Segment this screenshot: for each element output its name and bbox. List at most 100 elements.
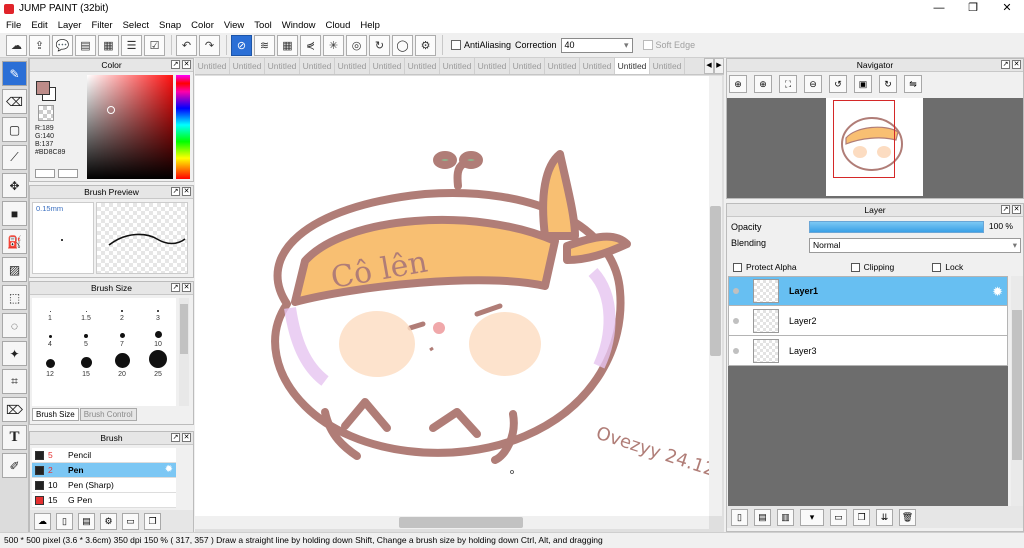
document-tab[interactable]: Untitled — [370, 58, 405, 74]
brush-size-cell[interactable]: 20 — [104, 350, 140, 380]
brush-size-cell[interactable]: 12 — [32, 350, 68, 380]
eraser-tool-icon[interactable]: ⌫ — [2, 89, 27, 114]
snap-perspective-icon[interactable]: ⋞ — [300, 34, 321, 56]
hue-slider[interactable] — [176, 75, 190, 179]
text-tool-icon[interactable]: T — [2, 425, 27, 450]
brush-item-pencil[interactable]: 5 Pencil — [32, 448, 176, 463]
list-icon[interactable]: ☰ — [121, 34, 142, 56]
flip-icon[interactable]: ⇋ — [904, 75, 922, 93]
snap-circle-icon[interactable]: ◎ — [346, 34, 367, 56]
select-rect-tool-icon[interactable]: ⬚ — [2, 285, 27, 310]
merge-layer-icon[interactable]: ⇊ — [876, 508, 893, 526]
move-tool-icon[interactable]: ✥ — [2, 173, 27, 198]
menu-window[interactable]: Window — [278, 20, 322, 31]
layer-scrollbar[interactable] — [1011, 276, 1023, 510]
close-icon[interactable]: ✕ — [1012, 60, 1021, 69]
document-tab[interactable]: Untitled — [440, 58, 475, 74]
tab-brush-control[interactable]: Brush Control — [79, 408, 137, 421]
brush-size-cell[interactable]: 10 — [140, 324, 176, 350]
menu-view[interactable]: View — [220, 20, 250, 31]
color-history-button[interactable] — [35, 169, 55, 178]
menu-filter[interactable]: Filter — [87, 20, 118, 31]
clipping-checkbox[interactable]: Clipping — [850, 260, 894, 274]
float-icon[interactable]: ↗ — [1001, 205, 1010, 214]
layer-row-layer3[interactable]: Layer3 — [728, 336, 1008, 366]
float-icon[interactable]: ↗ — [171, 283, 180, 292]
select-pen-tool-icon[interactable]: ⌗ — [2, 369, 27, 394]
tab-brush-size[interactable]: Brush Size — [32, 408, 79, 421]
navigator-view-frame[interactable] — [833, 100, 895, 178]
minimize-button[interactable]: — — [922, 0, 956, 17]
float-icon[interactable]: ↗ — [171, 187, 180, 196]
transparent-color-swatch[interactable] — [38, 105, 54, 121]
zoom-in-alt-icon[interactable]: ⊕ — [754, 75, 772, 93]
snap-settings-icon[interactable]: ⚙ — [415, 34, 436, 56]
float-icon[interactable]: ↗ — [171, 60, 180, 69]
magic-wand-tool-icon[interactable]: ✦ — [2, 341, 27, 366]
document-tab[interactable]: Untitled — [545, 58, 580, 74]
drawing-canvas[interactable]: Cô lên Ovezyy 24.12.4 — [195, 76, 709, 516]
new-layer-icon[interactable]: ▯ — [731, 508, 748, 526]
upload-brush-icon[interactable]: ☁ — [34, 512, 51, 530]
eyedropper-tool-icon[interactable]: ✐ — [2, 453, 27, 478]
document-tab[interactable]: Untitled — [475, 58, 510, 74]
brush-size-cell[interactable]: 4 — [32, 324, 68, 350]
upload-icon[interactable]: ⇪ — [29, 34, 50, 56]
tab-next-icon[interactable]: ▶ — [714, 58, 724, 74]
brush-size-cell[interactable]: 15 — [68, 350, 104, 380]
pen-tool-icon[interactable]: ✎ — [2, 61, 27, 86]
brush-item-pen-sharp[interactable]: 10 Pen (Sharp) — [32, 478, 176, 493]
foreground-color-swatch[interactable] — [36, 81, 50, 95]
fit-screen-icon[interactable]: ⛶ — [779, 75, 797, 93]
close-icon[interactable]: ✕ — [182, 60, 191, 69]
menu-snap[interactable]: Snap — [155, 20, 187, 31]
float-icon[interactable]: ↗ — [171, 433, 180, 442]
blending-select[interactable]: Normal — [809, 238, 1021, 253]
message-icon[interactable]: ▤ — [75, 34, 96, 56]
page-icon[interactable]: ▦ — [98, 34, 119, 56]
close-button[interactable]: ✕ — [990, 0, 1024, 17]
new-brush-icon[interactable]: ▯ — [56, 512, 73, 530]
tab-prev-icon[interactable]: ◀ — [704, 58, 714, 74]
zoom-out-icon[interactable]: ⊖ — [804, 75, 822, 93]
brush-size-cell[interactable]: 1.5 — [68, 298, 104, 324]
snap-curve-icon[interactable]: ↻ — [369, 34, 390, 56]
brush-item-pen[interactable]: 2 Pen ✹ — [32, 463, 176, 478]
brush-settings-icon[interactable]: ⚙ — [100, 512, 117, 530]
fill-rect-tool-icon[interactable]: ■ — [2, 201, 27, 226]
opacity-slider[interactable] — [809, 221, 984, 233]
antialiasing-checkbox[interactable] — [451, 40, 461, 50]
layer-menu-icon[interactable]: ▾ — [800, 508, 824, 526]
menu-color[interactable]: Color — [187, 20, 220, 31]
soft-edge-checkbox[interactable] — [642, 40, 653, 50]
color-picker-handle[interactable] — [107, 106, 115, 114]
gear-icon[interactable]: ✹ — [992, 284, 1003, 300]
checklist-icon[interactable]: ☑ — [144, 34, 165, 56]
close-icon[interactable]: ✕ — [182, 187, 191, 196]
brush-size-cell[interactable]: 5 — [68, 324, 104, 350]
menu-help[interactable]: Help — [356, 20, 386, 31]
brush-item-g-pen[interactable]: 15 G Pen — [32, 493, 176, 508]
document-tab[interactable]: Untitled — [195, 58, 230, 74]
float-icon[interactable]: ↗ — [1001, 60, 1010, 69]
brush-menu-icon[interactable]: ▤ — [78, 512, 95, 530]
cloud-icon[interactable]: ☁ — [6, 34, 27, 56]
canvas-horizontal-scrollbar[interactable] — [195, 516, 709, 529]
folder-icon[interactable]: ▭ — [122, 512, 139, 530]
close-icon[interactable]: ✕ — [1012, 205, 1021, 214]
gradient-tool-icon[interactable]: ▨ — [2, 257, 27, 282]
lock-checkbox[interactable]: Lock — [932, 260, 963, 274]
new-halftone-layer-icon[interactable]: ▤ — [754, 508, 771, 526]
new-8bit-layer-icon[interactable]: ▥ — [777, 508, 794, 526]
protect-alpha-checkbox[interactable]: Protect Alpha — [733, 260, 797, 274]
menu-select[interactable]: Select — [119, 20, 155, 31]
duplicate-icon[interactable]: ❐ — [144, 512, 161, 530]
undo-icon[interactable]: ↶ — [176, 34, 197, 56]
maximize-button[interactable]: ❐ — [956, 0, 990, 17]
layer-row-layer1[interactable]: Layer1 ✹ — [728, 276, 1008, 306]
brush-size-scrollbar[interactable] — [179, 298, 189, 406]
color-palette-button[interactable] — [58, 169, 78, 178]
bucket-tool-icon[interactable]: ⛽ — [2, 229, 27, 254]
snap-radial-icon[interactable]: ✳ — [323, 34, 344, 56]
document-tab[interactable]: Untitled — [230, 58, 265, 74]
